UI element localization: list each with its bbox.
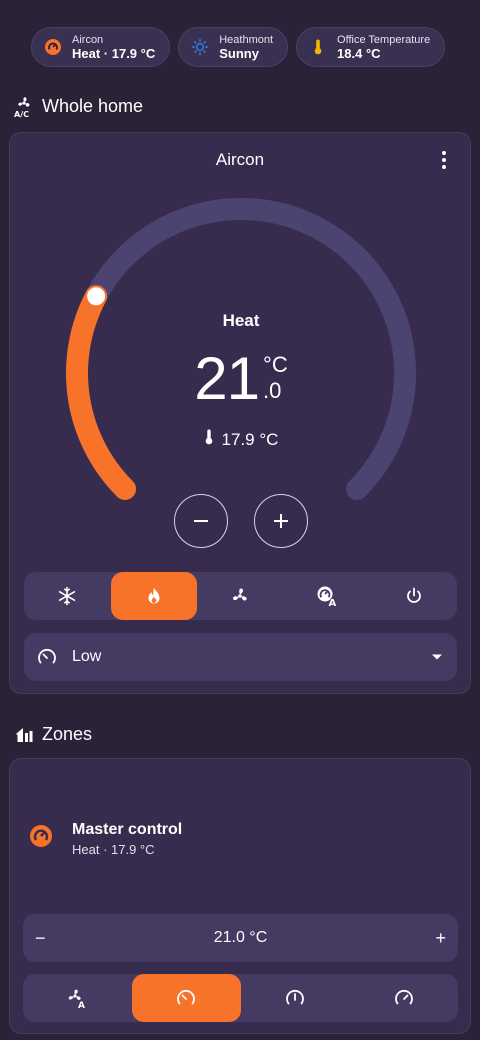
- target-temperature: 21 °C .0: [10, 348, 472, 410]
- dial-handle[interactable]: [85, 285, 108, 308]
- thermometer-icon: [204, 429, 214, 450]
- target-temp-integer: 21: [194, 345, 260, 412]
- aircon-icon: [44, 38, 62, 56]
- hvac-mode-label: Heat: [222, 311, 260, 330]
- chip-value: 18.4 °C: [337, 46, 381, 61]
- air-conditioner-icon: A/C: [14, 96, 34, 118]
- thermometer-icon: [309, 38, 327, 56]
- speed-low-icon: [177, 990, 196, 1005]
- chip-value: Heat · 17.9 °C: [72, 46, 156, 61]
- zone-status: Heat · 17.9 °C: [72, 842, 155, 857]
- speed-high-icon: [394, 990, 413, 1005]
- fan-high-button[interactable]: [349, 974, 458, 1022]
- speedometer-icon: [38, 649, 56, 664]
- fan-icon: [233, 588, 248, 601]
- fan-medium-button[interactable]: [241, 974, 350, 1022]
- chip-weather[interactable]: Heathmont Sunny: [178, 27, 289, 67]
- more-options-icon[interactable]: [436, 149, 452, 171]
- mode-auto-button[interactable]: A: [284, 572, 371, 620]
- fan-low-button[interactable]: [131, 974, 241, 1022]
- chip-value: Sunny: [219, 46, 259, 61]
- mode-heat-button[interactable]: [110, 572, 198, 620]
- plus-icon: [274, 514, 288, 528]
- status-chips: Aircon Heat · 17.9 °C Heathmont Sunny Of…: [31, 27, 446, 67]
- power-icon: [406, 587, 421, 603]
- minus-icon: [194, 520, 208, 522]
- card-title: Aircon: [215, 150, 265, 169]
- svg-text:A/C: A/C: [14, 110, 29, 118]
- fan-speed-select[interactable]: Low: [24, 633, 457, 681]
- dropdown-arrow-icon: [432, 654, 442, 660]
- stepper-value: 21.0 °C: [213, 929, 268, 946]
- target-temp-decimal: .0: [263, 378, 282, 403]
- chip-office-temperature[interactable]: Office Temperature 18.4 °C: [296, 27, 446, 67]
- stepper-plus-button[interactable]: +: [435, 928, 446, 949]
- mode-fan-button[interactable]: [197, 572, 284, 620]
- mode-off-button[interactable]: [370, 572, 457, 620]
- fan-speed-value: Low: [72, 648, 102, 665]
- sun-icon: [191, 38, 209, 56]
- zones-card: Master control Heat · 17.9 °C − 21.0 °C …: [9, 758, 471, 1034]
- snowflake-icon: [59, 586, 76, 606]
- svg-text:A: A: [78, 1001, 85, 1009]
- fire-icon: [148, 587, 160, 604]
- zone-temp-stepper: − 21.0 °C +: [23, 914, 458, 962]
- thermostat-card: Aircon Heat 21 °C .0 17.9 °C A Low: [9, 132, 471, 694]
- stepper-minus-button[interactable]: −: [35, 928, 46, 949]
- decrease-temp-button[interactable]: [174, 494, 228, 548]
- chip-aircon[interactable]: Aircon Heat · 17.9 °C: [31, 27, 171, 67]
- zone-fan-mode-selector: A: [23, 974, 458, 1022]
- aircon-icon: [28, 823, 54, 849]
- section-zones: Zones: [14, 724, 92, 745]
- svg-text:A: A: [329, 598, 337, 607]
- current-temp-value: 17.9 °C: [221, 429, 279, 449]
- chip-label: Heathmont: [219, 34, 274, 46]
- section-whole-home: A/C Whole home: [14, 96, 144, 118]
- target-temp-unit: °C: [263, 352, 288, 377]
- current-temperature: 17.9 °C: [10, 429, 472, 450]
- section-heading: Whole home: [42, 96, 144, 116]
- chip-label: Office Temperature: [337, 34, 431, 46]
- fan-auto-button[interactable]: A: [23, 974, 132, 1022]
- auto-mode-icon: A: [317, 586, 337, 607]
- home-zones-icon: [14, 725, 34, 745]
- zone-name[interactable]: Master control: [72, 821, 182, 839]
- mode-cool-button[interactable]: [24, 572, 111, 620]
- hvac-mode-selector: A: [24, 572, 457, 620]
- section-heading: Zones: [42, 724, 93, 744]
- fan-auto-icon: A: [69, 989, 85, 1009]
- speed-medium-icon: [285, 990, 304, 1005]
- increase-temp-button[interactable]: [254, 494, 308, 548]
- chip-label: Aircon: [72, 34, 104, 46]
